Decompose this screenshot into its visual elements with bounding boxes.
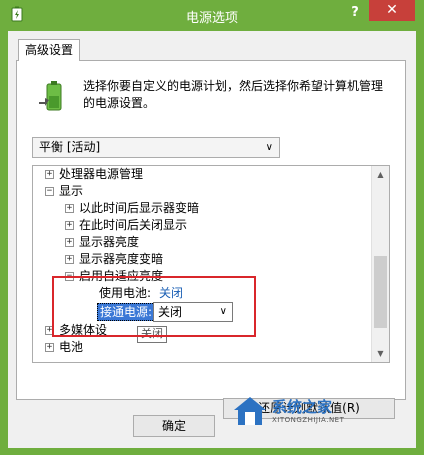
power-plan-value: 平衡 [活动]: [39, 140, 101, 154]
tab-advanced-settings[interactable]: 高级设置: [18, 39, 80, 61]
collapse-icon[interactable]: −: [65, 272, 74, 281]
dialog-client-area: 高级设置 选择你要自定义的电源计划，然后选择你希望计算机管理的电源设置。 平衡 …: [8, 31, 416, 448]
house-logo-icon: [234, 397, 266, 425]
chevron-down-icon: ∨: [265, 142, 273, 153]
tree-scrollbar[interactable]: ▲ ▼: [371, 166, 389, 362]
help-button[interactable]: ?: [344, 4, 366, 22]
power-plan-dropdown[interactable]: 平衡 [活动] ∨: [32, 137, 280, 158]
expand-icon[interactable]: +: [45, 326, 54, 335]
on-battery-label: 使用电池:: [99, 286, 152, 300]
expand-icon[interactable]: +: [65, 204, 74, 213]
expand-icon[interactable]: +: [65, 221, 74, 230]
title-bar: 电源选项 ? ✕: [0, 0, 424, 30]
close-button[interactable]: ✕: [369, 0, 415, 21]
chevron-down-icon: ∨: [219, 306, 227, 317]
watermark-subtitle: XITONGZHIJIA.NET: [272, 416, 345, 424]
scroll-down-arrow-icon[interactable]: ▼: [372, 345, 389, 362]
plugged-in-value: 关闭: [158, 305, 183, 319]
advanced-settings-panel: 选择你要自定义的电源计划，然后选择你希望计算机管理的电源设置。 平衡 [活动] …: [16, 60, 406, 419]
scrollbar-thumb[interactable]: [374, 256, 387, 328]
value-tooltip: 关闭: [137, 326, 167, 343]
tree-item-plugged-in[interactable]: 接通电源: 关闭 ∨: [35, 302, 255, 324]
expand-icon[interactable]: +: [65, 238, 74, 247]
expand-icon[interactable]: +: [45, 170, 54, 179]
plugged-in-dropdown[interactable]: 关闭 ∨: [153, 302, 233, 322]
description-text: 选择你要自定义的电源计划，然后选择你希望计算机管理的电源设置。: [83, 79, 384, 110]
watermark-title: 系统之家: [272, 398, 333, 416]
on-battery-value[interactable]: 关闭: [159, 285, 183, 302]
watermark-logo: 系统之家 XITONGZHIJIA.NET: [232, 392, 408, 432]
scroll-up-arrow-icon[interactable]: ▲: [372, 166, 389, 183]
expand-icon[interactable]: +: [45, 343, 54, 352]
plugged-in-label: 接通电源:: [97, 303, 156, 321]
settings-tree: + 处理器电源管理 − 显示 + 以此时间后显示器变暗 + 在此时间后关闭显示 …: [32, 165, 390, 363]
tree-item-on-battery[interactable]: 使用电池: 关闭: [35, 285, 235, 302]
ok-button[interactable]: 确定: [133, 415, 215, 437]
battery-plug-icon: [39, 81, 62, 111]
expand-icon[interactable]: +: [65, 255, 74, 264]
power-options-window: 电源选项 ? ✕ 高级设置 选择你要自定义的电源计划，然后选择你希望计算机管理的…: [0, 0, 424, 455]
collapse-icon[interactable]: −: [45, 187, 54, 196]
